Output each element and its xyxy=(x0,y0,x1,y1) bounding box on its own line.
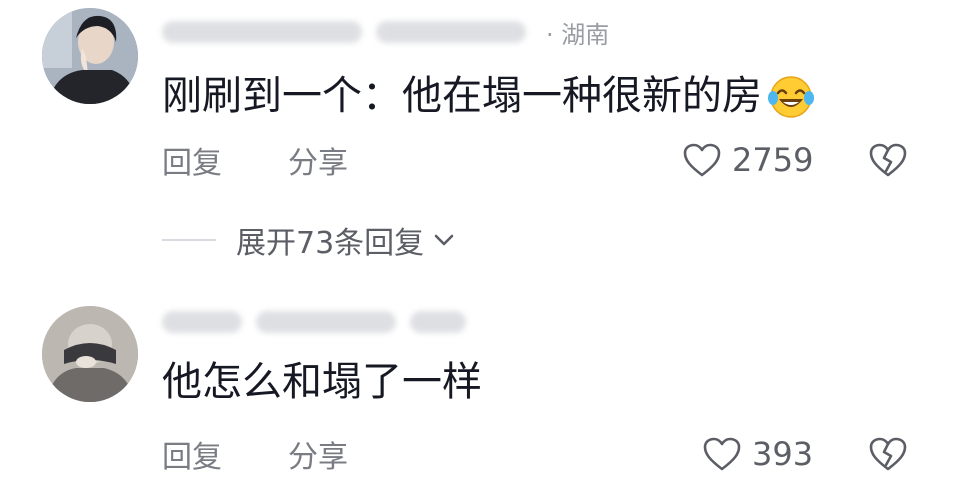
expand-replies-label: 展开73条回复 xyxy=(236,226,425,261)
comment-text-row: 他怎么和塌了一样 xyxy=(162,356,482,408)
heart-outline-icon xyxy=(703,437,741,471)
comment-text: 刚刷到一个：他在塌一种很新的房 xyxy=(162,73,762,119)
like-count: 2759 xyxy=(732,141,814,179)
reply-button[interactable]: 回复 xyxy=(162,432,222,476)
avatar-photo xyxy=(42,8,138,104)
laughing-tears-emoji-icon xyxy=(766,71,816,121)
comment-actions: 回复 分享 393 xyxy=(162,432,922,476)
comment-item-1: · 湖南 刚刷到一个：他在塌一种很新的房 回复 分享 2759 展开73条回复 xyxy=(0,0,960,270)
avatar[interactable] xyxy=(42,8,138,104)
like-count: 393 xyxy=(752,435,814,473)
comment-actions: 回复 分享 2759 xyxy=(162,138,922,182)
comment-item-2: 他怎么和塌了一样 回复 分享 393 xyxy=(0,292,960,500)
dislike-button[interactable] xyxy=(868,436,908,472)
comment-meta: · 湖南 xyxy=(162,14,682,50)
comment-meta xyxy=(162,304,682,340)
like-button[interactable]: 2759 xyxy=(682,141,813,179)
dislike-button[interactable] xyxy=(868,142,908,178)
username-blurred[interactable] xyxy=(162,21,362,43)
avatar-photo xyxy=(42,306,138,402)
timestamp-blurred xyxy=(256,311,396,333)
broken-heart-icon xyxy=(869,437,907,471)
like-button[interactable]: 393 xyxy=(702,435,813,473)
location-label: · 湖南 xyxy=(546,20,610,49)
username-blurred[interactable] xyxy=(162,311,242,333)
comment-text-row: 刚刷到一个：他在塌一种很新的房 xyxy=(162,70,816,122)
share-button[interactable]: 分享 xyxy=(288,138,348,182)
heart-outline-icon xyxy=(683,143,721,177)
comment-text: 他怎么和塌了一样 xyxy=(162,359,482,405)
location-blurred xyxy=(410,311,466,333)
reply-button[interactable]: 回复 xyxy=(162,138,222,182)
share-button[interactable]: 分享 xyxy=(288,432,348,476)
avatar[interactable] xyxy=(42,306,138,402)
expand-replies-button[interactable]: 展开73条回复 xyxy=(162,218,458,262)
broken-heart-icon xyxy=(869,143,907,177)
divider-line xyxy=(162,239,216,241)
chevron-down-icon xyxy=(434,234,454,246)
timestamp-blurred xyxy=(376,21,526,43)
